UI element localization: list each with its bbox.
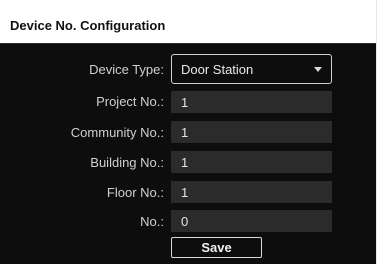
chevron-down-icon [314, 67, 322, 72]
device-type-label: Device Type: [89, 62, 164, 77]
floor-no-label: Floor No.: [106, 185, 164, 200]
device-no-configuration-panel: Device No. Configuration Device Type: Do… [0, 0, 377, 264]
no-input[interactable] [171, 210, 332, 232]
community-no-input[interactable] [171, 121, 332, 143]
floor-no-input[interactable] [171, 181, 332, 203]
project-no-input[interactable] [171, 91, 332, 113]
page-title: Device No. Configuration [10, 18, 166, 33]
building-no-label: Building No.: [90, 155, 164, 170]
project-no-label: Project No.: [96, 94, 164, 109]
building-no-input[interactable] [171, 151, 332, 173]
no-label: No.: [140, 214, 164, 229]
device-type-value: Door Station [181, 62, 254, 77]
device-type-select[interactable]: Door Station [171, 54, 332, 84]
community-no-label: Community No.: [70, 125, 164, 140]
save-button[interactable]: Save [171, 237, 262, 258]
panel-header: Device No. Configuration [0, 0, 376, 44]
